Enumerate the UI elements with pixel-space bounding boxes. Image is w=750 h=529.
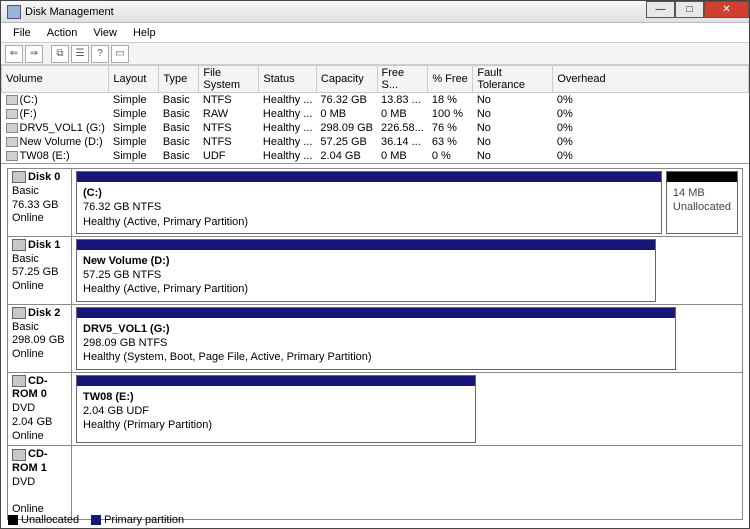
col-status[interactable]: Status: [259, 66, 317, 93]
legend-swatch-unallocated: [8, 515, 18, 525]
col-free[interactable]: Free S...: [377, 66, 428, 93]
forward-button[interactable]: ⇒: [25, 45, 43, 63]
volume-icon: [6, 109, 18, 119]
menu-action[interactable]: Action: [39, 25, 86, 41]
minimize-button[interactable]: —: [646, 1, 675, 18]
col-volume[interactable]: Volume: [2, 66, 109, 93]
partition-primary[interactable]: New Volume (D:)57.25 GB NTFSHealthy (Act…: [76, 239, 656, 302]
table-row[interactable]: (C:)SimpleBasicNTFSHealthy ...76.32 GB13…: [2, 93, 749, 108]
graphical-view[interactable]: Disk 0Basic76.33 GBOnline (C:)76.32 GB N…: [1, 164, 749, 524]
disk-info: CD-ROM 0DVD2.04 GBOnline: [8, 373, 72, 446]
table-row[interactable]: (F:)SimpleBasicRAWHealthy ...0 MB0 MB100…: [2, 107, 749, 121]
partition-unallocated[interactable]: 14 MBUnallocated: [666, 171, 738, 234]
back-button[interactable]: ⇐: [5, 45, 23, 63]
menubar: File Action View Help: [1, 23, 749, 43]
disk-info: Disk 0Basic76.33 GBOnline: [8, 169, 72, 236]
disk-icon: [12, 449, 26, 461]
menu-help[interactable]: Help: [125, 25, 164, 41]
col-type[interactable]: Type: [159, 66, 199, 93]
legend-swatch-primary: [91, 515, 101, 525]
disk-icon: [12, 375, 26, 387]
volume-icon: [6, 123, 18, 133]
disk-row[interactable]: Disk 1Basic57.25 GBOnlineNew Volume (D:)…: [7, 236, 743, 304]
col-layout[interactable]: Layout: [109, 66, 159, 93]
col-fs[interactable]: File System: [199, 66, 259, 93]
table-row[interactable]: New Volume (D:)SimpleBasicNTFSHealthy ..…: [2, 135, 749, 149]
col-fault[interactable]: Fault Tolerance: [473, 66, 553, 93]
partition-primary[interactable]: DRV5_VOL1 (G:)298.09 GB NTFSHealthy (Sys…: [76, 307, 676, 370]
disk-info: Disk 1Basic57.25 GBOnline: [8, 237, 72, 304]
window-title: Disk Management: [25, 6, 114, 18]
partition-primary[interactable]: TW08 (E:)2.04 GB UDFHealthy (Primary Par…: [76, 375, 476, 444]
menu-file[interactable]: File: [5, 25, 39, 41]
table-row[interactable]: DRV5_VOL1 (G:)SimpleBasicNTFSHealthy ...…: [2, 121, 749, 135]
disk-row[interactable]: Disk 0Basic76.33 GBOnline (C:)76.32 GB N…: [7, 168, 743, 236]
disk-row[interactable]: CD-ROM 1DVDOnline: [7, 445, 743, 520]
table-row[interactable]: TW08 (E:)SimpleBasicUDFHealthy ...2.04 G…: [2, 149, 749, 163]
disk-icon: [12, 171, 26, 183]
col-capacity[interactable]: Capacity: [316, 66, 377, 93]
app-icon: [7, 5, 21, 19]
disk-row[interactable]: CD-ROM 0DVD2.04 GBOnlineTW08 (E:)2.04 GB…: [7, 372, 743, 446]
volume-icon: [6, 95, 18, 105]
legend-primary: Primary partition: [104, 514, 184, 526]
partition-primary[interactable]: (C:)76.32 GB NTFSHealthy (Active, Primar…: [76, 171, 662, 234]
maximize-button[interactable]: □: [675, 1, 704, 18]
titlebar[interactable]: Disk Management — □ ✕: [1, 1, 749, 23]
disk-info: CD-ROM 1DVDOnline: [8, 446, 72, 519]
column-headers[interactable]: Volume Layout Type File System Status Ca…: [2, 66, 749, 93]
properties-button[interactable]: ☰: [71, 45, 89, 63]
legend: Unallocated Primary partition: [8, 514, 184, 526]
help-button[interactable]: ?: [91, 45, 109, 63]
disk-row[interactable]: Disk 2Basic298.09 GBOnlineDRV5_VOL1 (G:)…: [7, 304, 743, 372]
volume-list[interactable]: Volume Layout Type File System Status Ca…: [1, 65, 749, 164]
menu-view[interactable]: View: [85, 25, 125, 41]
disk-info: Disk 2Basic298.09 GBOnline: [8, 305, 72, 372]
legend-unallocated: Unallocated: [21, 514, 79, 526]
extra-button[interactable]: ▭: [111, 45, 129, 63]
volume-icon: [6, 137, 18, 147]
refresh-button[interactable]: ⧉: [51, 45, 69, 63]
col-pctfree[interactable]: % Free: [428, 66, 473, 93]
col-overhead[interactable]: Overhead: [553, 66, 749, 93]
toolbar: ⇐ ⇒ ⧉ ☰ ? ▭: [1, 43, 749, 65]
volume-icon: [6, 151, 18, 161]
disk-icon: [12, 239, 26, 251]
close-button[interactable]: ✕: [704, 1, 749, 18]
disk-icon: [12, 307, 26, 319]
